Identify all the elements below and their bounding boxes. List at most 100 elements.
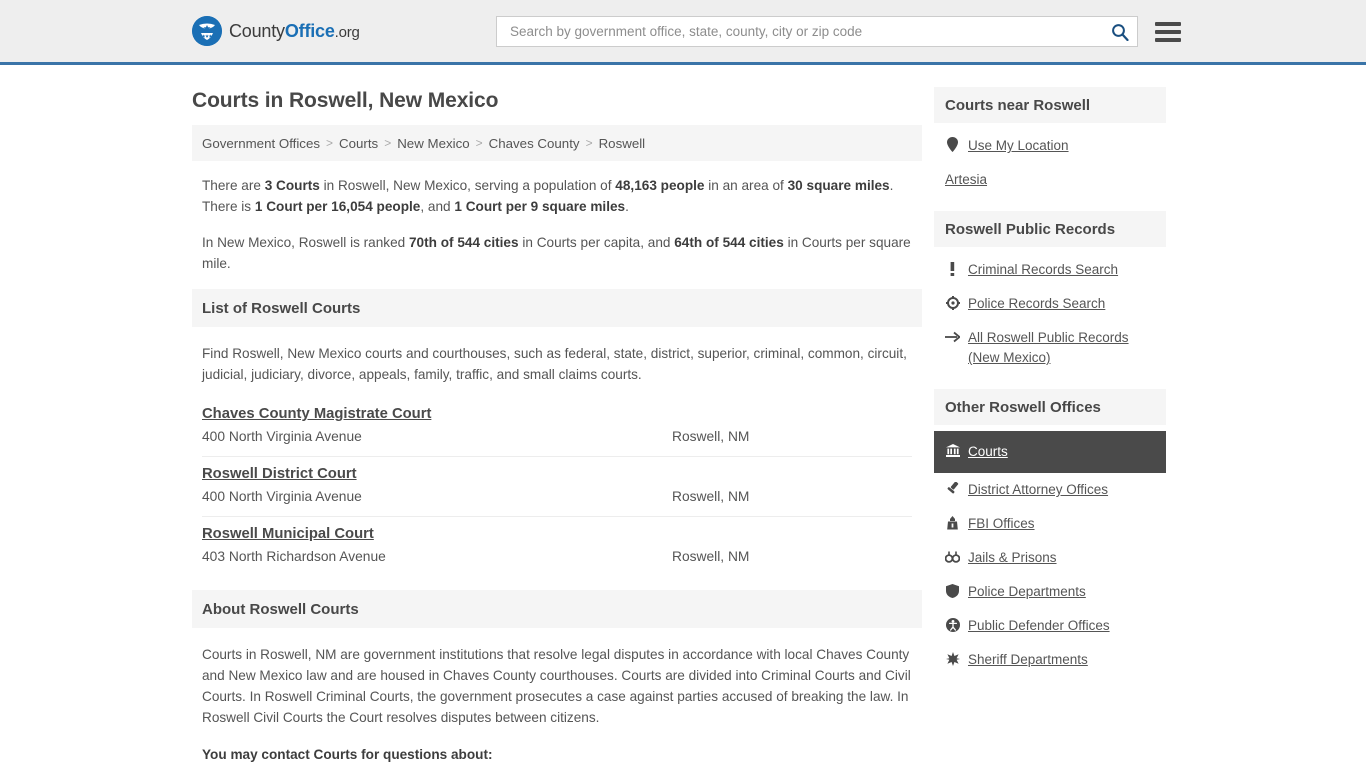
site-header: CountyOffice.org (0, 0, 1366, 65)
sidebar-item-police-departments[interactable]: Police Departments (934, 575, 1166, 609)
sidebar-item-label: All Roswell Public Records (New Mexico) (968, 330, 1129, 365)
shield-icon (945, 582, 960, 599)
court-row: Roswell District Court 400 North Virginia… (202, 457, 912, 517)
sidebar-item-label: District Attorney Offices (968, 482, 1109, 497)
about-section-heading: About Roswell Courts (192, 590, 922, 628)
intro-stat-part-3: 48,163 people (615, 178, 705, 193)
sidebar-item-label: Jails & Prisons (968, 550, 1057, 565)
accessibility-icon (945, 616, 960, 633)
court-city-state: Roswell, NM (672, 429, 750, 444)
sidebar-item-public-defender-offices[interactable]: Public Defender Offices (934, 609, 1166, 643)
court-list: Chaves County Magistrate Court 400 North … (192, 397, 922, 576)
page-container: Courts in Roswell, New Mexico Government… (0, 65, 1366, 768)
search-box[interactable] (496, 16, 1138, 47)
intro-rank-part-1: 70th of 544 cities (409, 235, 519, 250)
sidebar-item-fbi-offices[interactable]: FBI Offices (934, 507, 1166, 541)
sidebar-item-label: Artesia (945, 172, 988, 187)
list-section-heading: List of Roswell Courts (192, 289, 922, 327)
sidebar-block: Roswell Public Records Criminal Records S… (934, 211, 1166, 375)
sidebar-item-sheriff-departments[interactable]: Sheriff Departments (934, 643, 1166, 677)
breadcrumb-item-new-mexico[interactable]: New Mexico (397, 136, 469, 151)
sidebar-item-use-my-location[interactable]: Use My Location (934, 129, 1166, 163)
breadcrumb-separator: > (585, 136, 593, 150)
breadcrumb-item-roswell: Roswell (598, 135, 646, 151)
court-address: 403 North Richardson Avenue (202, 549, 386, 564)
sidebar: Courts near Roswell Use My Location Artesi… (934, 65, 1166, 768)
sidebar-item-label: Use My Location (968, 138, 1069, 153)
sidebar-item-label: Criminal Records Search (968, 262, 1119, 277)
logo-text-org: .org (334, 23, 360, 41)
search-input[interactable] (508, 23, 1111, 40)
fbi-badge-icon (945, 514, 960, 531)
court-address-line: 400 North Virginia Avenue Roswell, NM (202, 429, 912, 444)
star-badge-icon (945, 650, 960, 667)
sidebar-item-label: Courts (968, 444, 1008, 459)
sidebar-item-district-attorney-offices[interactable]: District Attorney Offices (934, 473, 1166, 507)
court-row: Chaves County Magistrate Court 400 North … (202, 397, 912, 457)
intro-rank-part-2: in Courts per capita, and (518, 235, 675, 250)
sidebar-item-police-records-search[interactable]: Police Records Search (934, 287, 1166, 321)
breadcrumb-item-chaves-county[interactable]: Chaves County (489, 136, 580, 151)
sidebar-item-courts[interactable]: Courts (934, 431, 1166, 473)
list-section-description-wrap: Find Roswell, New Mexico courts and cour… (192, 327, 922, 385)
gavel-icon (945, 480, 960, 497)
intro-stat-part-8: , and (420, 199, 455, 214)
hamburger-bar (1155, 37, 1181, 42)
sidebar-heading-other-roswell-offices: Other Roswell Offices (934, 389, 1166, 425)
intro-paragraph-1: There are 3 Courts in Roswell, New Mexic… (202, 175, 912, 217)
court-name-link[interactable]: Chaves County Magistrate Court (202, 406, 431, 422)
court-name-link[interactable]: Roswell District Court (202, 466, 357, 482)
sidebar-item-label: Sheriff Departments (968, 652, 1088, 667)
breadcrumb-separator: > (384, 136, 392, 150)
breadcrumb-item-government-offices[interactable]: Government Offices (202, 136, 320, 151)
page-title: Courts in Roswell, New Mexico (192, 89, 499, 112)
court-name-link[interactable]: Roswell Municipal Court (202, 526, 374, 542)
hamburger-bar (1155, 29, 1181, 34)
sidebar-list: Criminal Records Search Police Records Se… (934, 247, 1166, 375)
sidebar-item-label: Police Records Search (968, 296, 1106, 311)
intro-stat-part-10: . (625, 199, 629, 214)
breadcrumb-item-courts[interactable]: Courts (339, 136, 378, 151)
breadcrumb-separator: > (475, 136, 483, 150)
about-paragraph: Courts in Roswell, NM are government ins… (202, 647, 911, 725)
main-column: Courts in Roswell, New Mexico Government… (192, 65, 922, 768)
about-section-body: Courts in Roswell, NM are government ins… (192, 628, 922, 765)
sidebar-block: Other Roswell Offices Courts District Atto… (934, 389, 1166, 677)
breadcrumb: Government Offices > Courts > New Mexico > Cha… (192, 125, 922, 161)
sidebar-item-criminal-records-search[interactable]: Criminal Records Search (934, 253, 1166, 287)
intro-rank-part-3: 64th of 544 cities (674, 235, 784, 250)
court-city-state: Roswell, NM (672, 489, 750, 504)
search-area (496, 16, 1181, 47)
intro-stat-part-2: in Roswell, New Mexico, serving a popula… (319, 178, 616, 193)
search-icon[interactable] (1111, 23, 1129, 41)
crosshair-icon (945, 294, 960, 311)
exclamation-icon (945, 260, 960, 277)
site-logo[interactable]: CountyOffice.org (192, 16, 360, 46)
breadcrumb-separator: > (326, 136, 334, 150)
intro-stat-part-4: in an area of (704, 178, 788, 193)
content-columns: Courts in Roswell, New Mexico Government… (192, 65, 1174, 768)
sidebar-block: Courts near Roswell Use My Location Artesi… (934, 87, 1166, 197)
logo-text-county: County (229, 20, 285, 41)
sidebar-item-all-roswell-public-records-new-mexico[interactable]: All Roswell Public Records (New Mexico) (934, 321, 1166, 375)
hamburger-bar (1155, 21, 1181, 26)
map-pin-icon (945, 136, 960, 153)
courthouse-icon (945, 442, 960, 459)
intro-stat-part-0: There are (202, 178, 265, 193)
intro-stat-part-7: 1 Court per 16,054 people (254, 199, 421, 214)
intro-stat-part-9: 1 Court per 9 square miles (454, 199, 626, 214)
arrow-right-icon (945, 328, 960, 345)
sidebar-item-label: Police Departments (968, 584, 1086, 599)
intro-paragraph-2: In New Mexico, Roswell is ranked 70th of… (202, 232, 912, 274)
handcuffs-icon (945, 548, 960, 565)
sidebar-item-artesia[interactable]: Artesia (934, 163, 1166, 197)
intro-stat-part-1: 3 Courts (264, 178, 320, 193)
menu-hamburger-icon[interactable] (1155, 21, 1181, 42)
site-logo-text: CountyOffice.org (229, 21, 360, 42)
intro-rank-part-0: In New Mexico, Roswell is ranked (202, 235, 409, 250)
sidebar-item-jails-prisons[interactable]: Jails & Prisons (934, 541, 1166, 575)
court-address: 400 North Virginia Avenue (202, 429, 362, 444)
list-section-description: Find Roswell, New Mexico courts and cour… (202, 346, 907, 382)
sidebar-item-label: FBI Offices (968, 516, 1035, 531)
sidebar-heading-courts-near-roswell: Courts near Roswell (934, 87, 1166, 123)
